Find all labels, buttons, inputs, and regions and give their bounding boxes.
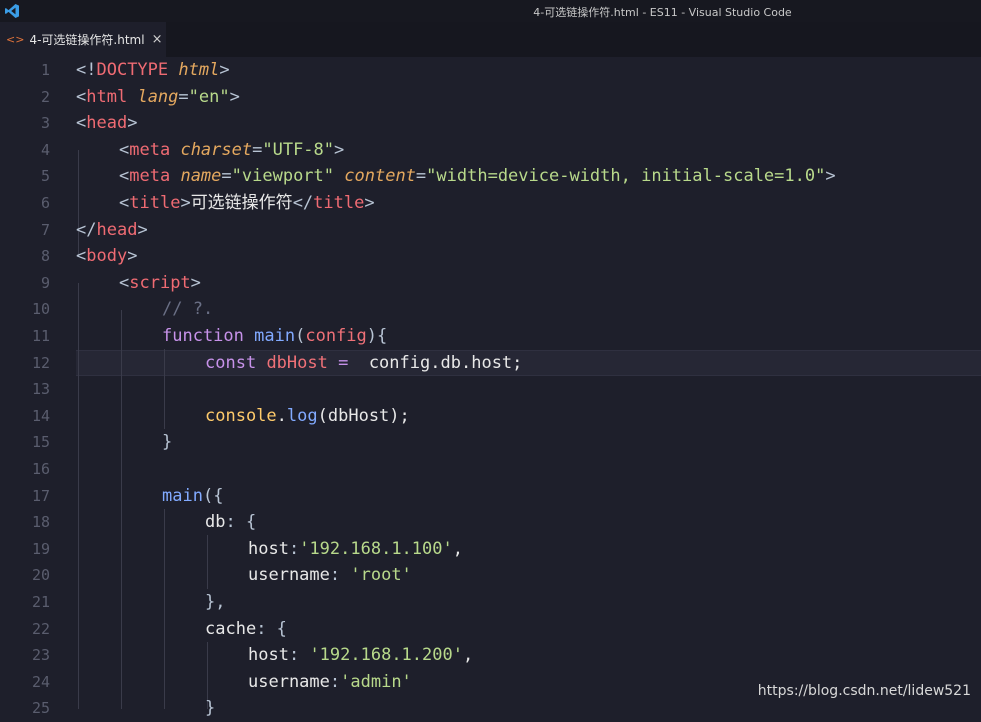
line-number: 3 [40,114,50,133]
line-number: 1 [40,61,50,79]
code-line-24: username:'admin' [248,671,412,692]
line-number: 6 [40,194,50,212]
line-number: 14 [31,406,50,425]
tab-active-file[interactable]: <> 4-可选链操作符.html × [0,22,166,57]
line-number: 17 [31,486,50,505]
code-line-6: <title>可选链操作符</title> [119,193,375,213]
code-line-8: <body> [76,246,138,267]
title-bar: 4-可选链操作符.html - ES11 - Visual Studio Cod… [0,0,981,22]
code-line-5: <meta name="viewport" content="width=dev… [119,166,836,187]
indent-guide [164,509,165,709]
code-line-17: main({ [162,485,224,506]
tab-bar: <> 4-可选链操作符.html × [0,22,981,57]
code-line-18: db: { [205,512,257,533]
code-line-14: console.log(dbHost); [205,405,410,426]
code-line-2: <html lang="en"> [76,86,240,107]
indent-guide [164,349,165,429]
code-line-22: cache: { [205,618,287,639]
line-number: 22 [31,619,50,638]
code-line-20: username: 'root' [248,565,412,586]
line-number: 5 [40,167,50,186]
code-line-1: <!DOCTYPE html> [76,60,230,80]
code-line-19: host:'192.168.1.100', [248,538,463,559]
code-editor[interactable]: 1 2 3 4 5 6 7 8 9 10 11 12 13 14 15 16 17 18 19 20 21 22 23 24 2… [0,57,981,718]
code-line-7: </head> [76,219,148,240]
line-number: 11 [31,327,50,345]
line-number: 12 [31,353,50,372]
code-line-3: <head> [76,113,138,134]
line-number: 23 [31,646,50,665]
line-number: 2 [40,87,50,106]
line-number: 24 [31,672,50,691]
watermark: https://blog.csdn.net/lidew521 [757,683,971,699]
line-number: 21 [31,593,50,611]
close-icon[interactable]: × [152,32,163,47]
code-line-15: } [162,432,173,453]
code-line-12: const dbHost = config.db.host; [205,352,523,373]
line-number: 20 [31,566,50,585]
indent-guide [121,310,122,709]
line-number: 4 [40,140,50,159]
code-line-23: host: '192.168.1.200', [248,645,474,666]
tab-label: 4-可选链操作符.html [29,33,145,47]
window-title: 4-可选链操作符.html - ES11 - Visual Studio Cod… [533,6,792,19]
line-number: 9 [40,273,50,292]
code-line-21: }, [205,592,226,612]
html-file-icon: <> [6,33,25,46]
line-number: 18 [31,513,50,532]
line-number: 10 [31,300,50,319]
indent-guide [78,283,79,709]
line-number: 15 [31,433,50,452]
line-number: 13 [31,380,50,399]
line-number: 8 [40,247,50,266]
indent-guide [207,535,208,589]
code-line-4: <meta charset="UTF-8"> [119,139,345,160]
line-number: 19 [31,539,50,558]
code-line-10: // ?. [162,299,214,320]
code-line-9: <script> [119,272,201,293]
code-line-11: function main(config){ [162,326,388,346]
line-number: 7 [40,220,50,239]
line-number: 16 [31,460,50,478]
